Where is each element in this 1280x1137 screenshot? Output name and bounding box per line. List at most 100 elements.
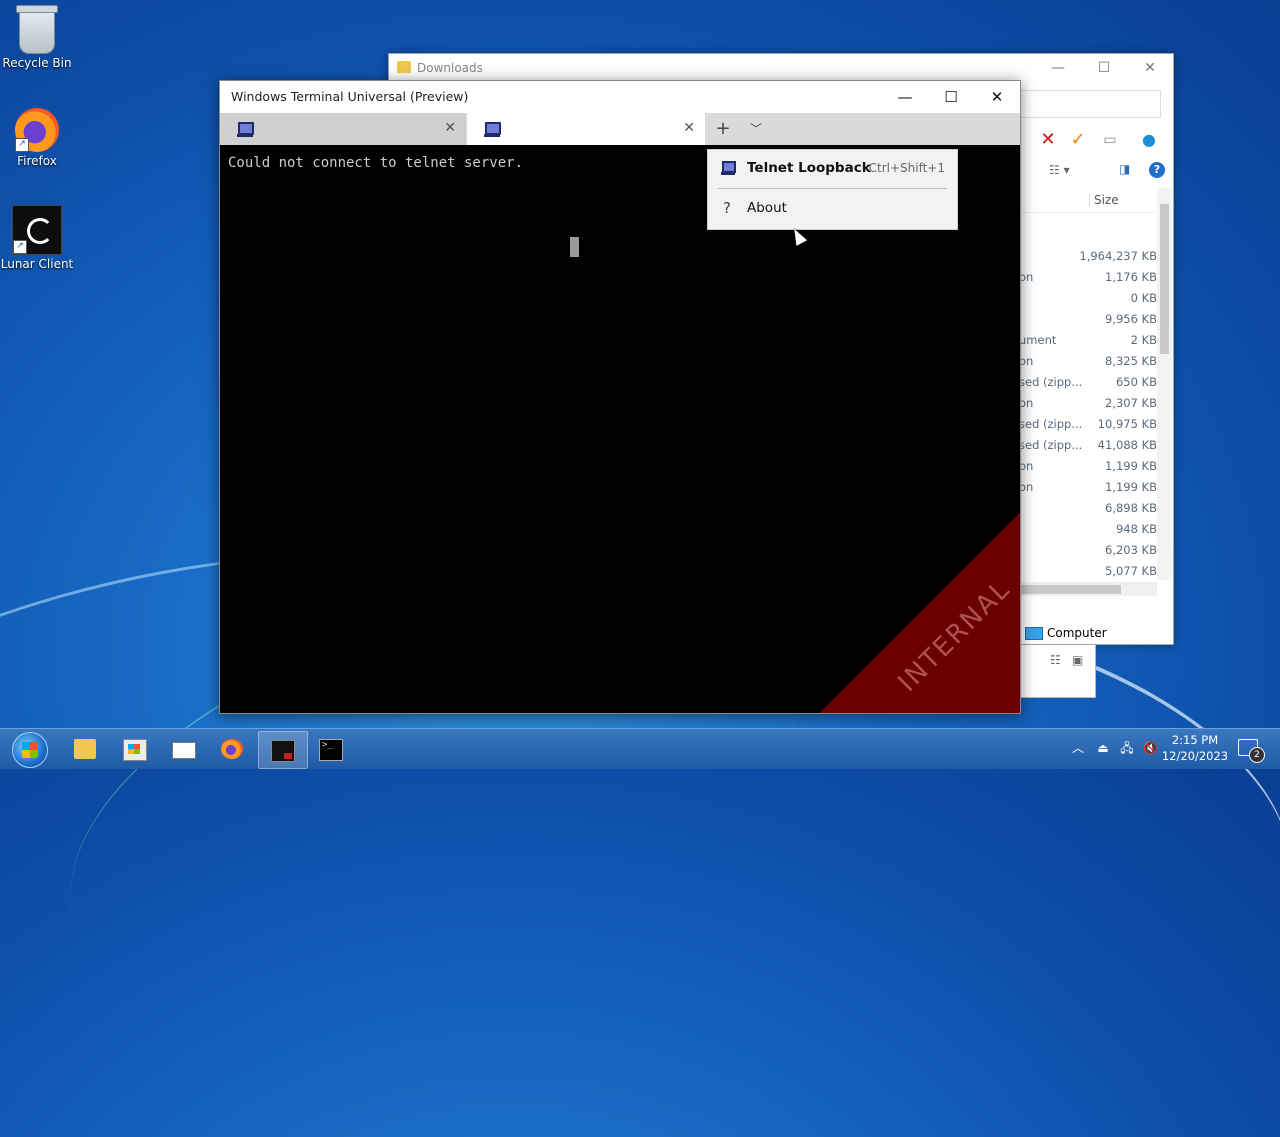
- folder-icon: [74, 739, 96, 759]
- table-row[interactable]: sed (zipp... 10,975 KB: [1019, 414, 1157, 435]
- checkmark-icon[interactable]: ✓: [1066, 128, 1090, 152]
- computer-icon: [484, 122, 501, 137]
- column-header[interactable]: Size: [1019, 190, 1159, 213]
- vertical-scrollbar[interactable]: [1157, 188, 1172, 580]
- desktop-icon-lunar-client[interactable]: ↗ Lunar Client: [0, 205, 74, 271]
- file-size: 2 KB: [1130, 333, 1157, 347]
- table-row[interactable]: on 2,307 KB: [1019, 393, 1157, 414]
- table-row[interactable]: sed (zipp... 41,088 KB: [1019, 435, 1157, 456]
- menu-item-about[interactable]: ? About: [708, 190, 957, 226]
- taskbar-mail[interactable]: [160, 731, 208, 767]
- scrollbar-thumb[interactable]: [1019, 585, 1121, 594]
- terminal-title: Windows Terminal Universal (Preview): [231, 89, 469, 104]
- properties-icon[interactable]: ●: [1137, 128, 1161, 152]
- table-row[interactable]: 5,077 KB: [1019, 561, 1157, 582]
- file-size: 1,199 KB: [1104, 480, 1157, 494]
- tab-close-icon[interactable]: ✕: [683, 120, 695, 136]
- file-size: 2,307 KB: [1104, 396, 1157, 410]
- tab-telnet-1[interactable]: ✕: [220, 113, 466, 145]
- terminal-titlebar[interactable]: Windows Terminal Universal (Preview) — ☐…: [220, 81, 1020, 113]
- menu-item-label: Telnet Loopback: [747, 160, 871, 176]
- table-row[interactable]: ument 2 KB: [1019, 330, 1157, 351]
- preview-pane-icon[interactable]: ◨: [1119, 162, 1130, 176]
- menu-item-telnet-loopback[interactable]: Telnet Loopback Ctrl+Shift+1: [708, 150, 957, 186]
- network-icon[interactable]: 🖧: [1120, 741, 1134, 755]
- table-row[interactable]: 9,956 KB: [1019, 309, 1157, 330]
- file-type: ument: [1019, 333, 1057, 347]
- tab-bar: ✕ ✕ + ﹀: [220, 113, 1020, 145]
- usb-icon[interactable]: ⏏: [1096, 741, 1110, 755]
- file-list: 1,964,237 KB on 1,176 KB 0 KB 9,956 KB ument 2…: [1019, 246, 1157, 582]
- navigation-location[interactable]: Computer: [1019, 622, 1173, 644]
- notification-center-icon[interactable]: 2: [1238, 739, 1265, 763]
- file-size: 1,964,237 KB: [1079, 249, 1157, 263]
- file-type: on: [1019, 396, 1034, 410]
- computer-icon: [237, 122, 254, 137]
- chevron-up-icon[interactable]: ︿: [1071, 741, 1085, 755]
- tab-telnet-2[interactable]: ✕: [467, 113, 705, 145]
- details-view-icon[interactable]: ☷: [1050, 653, 1061, 667]
- file-size: 5,077 KB: [1104, 564, 1157, 578]
- clock-time: 2:15 PM: [1171, 733, 1219, 747]
- text-cursor: [570, 237, 579, 257]
- scrollbar-thumb[interactable]: [1160, 204, 1169, 354]
- question-icon: ?: [723, 199, 731, 217]
- rename-icon[interactable]: ▭: [1098, 128, 1122, 152]
- table-row[interactable]: sed (zipp... 650 KB: [1019, 372, 1157, 393]
- explorer-titlebar[interactable]: Downloads — ☐ ✕: [389, 54, 1173, 82]
- secondary-window[interactable]: ☷ ▣: [1019, 645, 1096, 698]
- table-row[interactable]: 6,898 KB: [1019, 498, 1157, 519]
- table-row[interactable]: on 1,199 KB: [1019, 477, 1157, 498]
- table-row[interactable]: 1,964,237 KB: [1019, 246, 1157, 267]
- shortcut-arrow-icon: ↗: [13, 240, 27, 254]
- computer-icon: [721, 161, 736, 175]
- new-tab-button[interactable]: +: [707, 113, 739, 145]
- table-row[interactable]: 0 KB: [1019, 288, 1157, 309]
- table-row[interactable]: 948 KB: [1019, 519, 1157, 540]
- file-type: on: [1019, 270, 1034, 284]
- view-options-icon[interactable]: ☷ ▾: [1049, 163, 1070, 177]
- taskbar-firefox[interactable]: [209, 731, 257, 767]
- close-button[interactable]: ✕: [974, 81, 1020, 113]
- recycle-bin-icon: [16, 5, 58, 54]
- search-input[interactable]: [1019, 90, 1161, 118]
- start-button[interactable]: [12, 732, 48, 768]
- firefox-icon: ↗: [15, 108, 59, 152]
- folder-icon: [397, 61, 411, 73]
- table-row[interactable]: on 8,325 KB: [1019, 351, 1157, 372]
- desktop-icon-label: Lunar Client: [0, 257, 74, 271]
- help-icon[interactable]: ?: [1149, 162, 1165, 178]
- file-size: 1,199 KB: [1104, 459, 1157, 473]
- terminal-output: Could not connect to telnet server.: [228, 155, 524, 171]
- minimize-button[interactable]: —: [1035, 54, 1081, 82]
- terminal-content[interactable]: Could not connect to telnet server. INTE…: [220, 145, 1020, 713]
- maximize-button[interactable]: ☐: [1081, 54, 1127, 82]
- desktop-icon-firefox[interactable]: ↗ Firefox: [0, 108, 74, 168]
- close-button[interactable]: ✕: [1127, 54, 1173, 82]
- minimize-button[interactable]: —: [882, 81, 928, 113]
- horizontal-scrollbar[interactable]: [1019, 582, 1157, 596]
- table-row[interactable]: on 1,199 KB: [1019, 456, 1157, 477]
- taskbar: ︿ ⏏ 🖧 🔇 2:15 PM 12/20/2023 2: [0, 728, 1280, 769]
- taskbar-file-explorer[interactable]: [62, 731, 110, 767]
- taskbar-store[interactable]: [111, 731, 159, 767]
- table-row[interactable]: 6,203 KB: [1019, 540, 1157, 561]
- taskbar-windows-terminal[interactable]: [258, 731, 308, 769]
- menu-divider: [718, 188, 947, 189]
- volume-muted-icon[interactable]: 🔇: [1143, 741, 1158, 755]
- tab-close-icon[interactable]: ✕: [444, 120, 456, 136]
- maximize-button[interactable]: ☐: [928, 81, 974, 113]
- delete-icon[interactable]: ✕: [1036, 128, 1060, 152]
- file-type: sed (zipp...: [1019, 438, 1083, 452]
- clock[interactable]: 2:15 PM 12/20/2023: [1160, 732, 1230, 764]
- file-size: 1,176 KB: [1104, 270, 1157, 284]
- column-size-header[interactable]: Size: [1089, 193, 1119, 207]
- desktop-icon-label: Recycle Bin: [2, 56, 72, 70]
- table-row[interactable]: on 1,176 KB: [1019, 267, 1157, 288]
- menu-item-shortcut: Ctrl+Shift+1: [868, 161, 945, 175]
- taskbar-command-prompt[interactable]: [307, 731, 355, 767]
- chevron-down-icon[interactable]: ﹀: [740, 113, 772, 145]
- file-size: 6,898 KB: [1104, 501, 1157, 515]
- preview-view-icon[interactable]: ▣: [1072, 653, 1083, 667]
- desktop-icon-recycle-bin[interactable]: Recycle Bin: [0, 5, 74, 70]
